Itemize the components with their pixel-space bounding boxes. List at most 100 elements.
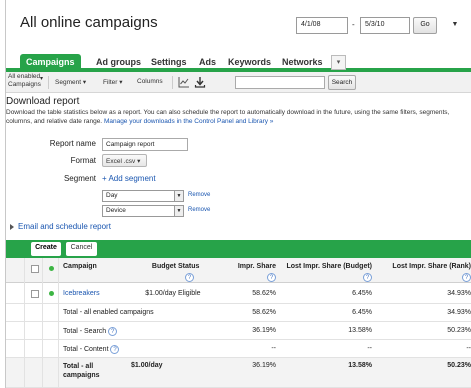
manage-downloads-link[interactable]: Manage your downloads in the Control Pan…: [104, 118, 273, 125]
impr-share-cell: 36.19%: [252, 327, 276, 334]
chevron-down-icon: ▼: [174, 206, 183, 216]
lost-rank-cell: 50.23%: [447, 327, 471, 334]
segment-select-device[interactable]: Device ▼: [102, 205, 184, 217]
chevron-down-icon: ▾: [40, 76, 44, 82]
column-header-impr-share[interactable]: Impr. Share: [224, 263, 276, 270]
date-range-dropdown[interactable]: ▼: [442, 17, 468, 34]
row-checkbox[interactable]: [31, 290, 39, 298]
lost-budget-cell: 13.58%: [348, 362, 372, 369]
lost-rank-cell: 50.23%: [447, 362, 471, 369]
download-report-description: Download the table statistics below as a…: [6, 108, 471, 126]
campaign-status-dropdown[interactable]: All enabled Campaigns: [8, 73, 41, 89]
remove-segment-link[interactable]: Remove: [188, 207, 210, 213]
segment-value: Day: [106, 192, 118, 199]
total-search-cell: Total - Search ?: [63, 327, 118, 336]
format-label: Format: [70, 156, 96, 165]
header: All online campaigns 4/1/08 - 5/3/10 Go …: [6, 0, 471, 52]
help-icon[interactable]: ?: [185, 273, 194, 282]
impr-share-cell: 36.19%: [252, 362, 276, 369]
campaign-name-cell: Icebreakers: [63, 290, 100, 297]
column-header-status[interactable]: Status: [178, 263, 199, 270]
table-row[interactable]: Icebreakers $1.00/day Eligible 58.62% 6.…: [6, 284, 471, 304]
tab-bar: Campaigns Ad groups Settings Ads Keyword…: [6, 52, 471, 72]
lost-budget-cell: --: [367, 345, 372, 352]
lost-rank-cell: 34.93%: [447, 309, 471, 316]
expand-triangle-icon[interactable]: [10, 224, 14, 230]
column-header-campaign[interactable]: Campaign: [63, 263, 97, 270]
grand-total-row: Total - all campaigns $1.00/day 36.19% 1…: [6, 358, 471, 388]
campaign-link[interactable]: Icebreakers: [63, 290, 100, 297]
help-icon[interactable]: ?: [267, 273, 276, 282]
budget-cell: $1.00/day: [145, 290, 176, 297]
impr-share-cell: --: [271, 345, 276, 352]
grand-total-label-line: Total - all: [63, 363, 94, 370]
impr-share-cell: 58.62%: [252, 309, 276, 316]
status-line-1: All enabled: [8, 73, 41, 80]
toolbar: All enabled Campaigns ▾ Segment ▾ Filter…: [6, 72, 471, 93]
table-header: Campaign Budget Status ? Impr. Share ? L…: [6, 258, 471, 283]
report-name-field[interactable]: Campaign report: [102, 138, 188, 151]
chevron-down-icon: ▾: [137, 158, 141, 165]
filter-menu-label: Filter: [103, 79, 118, 86]
total-row: Total - Search ? 36.19% 13.58% 50.23%: [6, 322, 471, 340]
create-button[interactable]: Create: [31, 242, 61, 256]
column-header-lost-rank[interactable]: Lost Impr. Share (Rank): [374, 263, 471, 270]
help-icon[interactable]: ?: [363, 273, 372, 282]
date-start-input[interactable]: 4/1/08: [296, 17, 348, 34]
lost-budget-cell: 13.58%: [348, 327, 372, 334]
segment-select-day[interactable]: Day ▼: [102, 190, 184, 202]
tab-keywords[interactable]: Keywords: [228, 54, 271, 72]
more-tabs-button[interactable]: ▾: [331, 55, 346, 70]
help-icon[interactable]: ?: [110, 345, 120, 354]
lost-budget-cell: 6.45%: [352, 309, 372, 316]
impr-share-cell: 58.62%: [252, 290, 276, 297]
grand-total-label: Total - all campaigns: [63, 362, 100, 380]
column-divider: [24, 258, 25, 388]
report-name-label: Report name: [49, 139, 96, 148]
column-divider: [42, 258, 43, 388]
tab-ads[interactable]: Ads: [199, 54, 216, 72]
page-title: All online campaigns: [20, 14, 158, 31]
filter-menu[interactable]: Filter ▾: [103, 78, 123, 86]
search-input[interactable]: [235, 76, 325, 89]
cancel-button[interactable]: Cancel: [66, 242, 97, 256]
column-header-lost-budget[interactable]: Lost Impr. Share (Budget): [277, 263, 372, 270]
remove-segment-link[interactable]: Remove: [188, 192, 210, 198]
column-header-budget[interactable]: Budget: [131, 263, 176, 270]
toolbar-divider: [172, 76, 173, 89]
total-content-cell: Total - Content ?: [63, 345, 120, 354]
total-label: Total - all enabled campaigns: [63, 309, 154, 316]
help-icon[interactable]: ?: [462, 273, 471, 282]
date-end-input[interactable]: 5/3/10: [360, 17, 410, 34]
download-icon[interactable]: [194, 76, 206, 88]
format-dropdown[interactable]: Excel .csv ▾: [102, 154, 147, 167]
tab-ad-groups[interactable]: Ad groups: [96, 54, 141, 72]
chevron-down-icon: ▼: [174, 191, 183, 201]
graph-icon[interactable]: [178, 76, 190, 88]
segment-value: Device: [106, 207, 126, 214]
add-segment-link[interactable]: + Add segment: [102, 174, 156, 183]
lost-rank-cell: 34.93%: [447, 290, 471, 297]
total-label: Total - Content: [63, 346, 109, 353]
chevron-down-icon: ▾: [119, 79, 123, 86]
total-label: Total - Search: [63, 328, 107, 335]
budget-cell: $1.00/day: [131, 362, 163, 369]
chevron-down-icon: ▾: [82, 79, 87, 86]
tab-settings[interactable]: Settings: [151, 54, 187, 72]
columns-menu[interactable]: Columns: [137, 78, 163, 85]
grand-total-label-line: campaigns: [63, 372, 100, 379]
tab-campaigns[interactable]: Campaigns: [20, 54, 81, 72]
email-schedule-link[interactable]: Email and schedule report: [18, 222, 111, 231]
action-bar: Create Cancel: [6, 240, 471, 258]
column-divider: [58, 258, 59, 388]
tab-networks[interactable]: Networks: [282, 54, 323, 72]
help-icon[interactable]: ?: [108, 327, 118, 336]
segment-menu[interactable]: Segment ▾: [55, 78, 86, 86]
total-row: Total - Content ? -- -- --: [6, 340, 471, 358]
search-button[interactable]: Search: [328, 75, 356, 90]
lost-budget-cell: 6.45%: [352, 290, 372, 297]
status-cell: Eligible: [178, 290, 201, 297]
status-line-2: Campaigns: [8, 81, 41, 88]
select-all-checkbox[interactable]: [31, 265, 39, 273]
go-button[interactable]: Go: [413, 17, 437, 34]
